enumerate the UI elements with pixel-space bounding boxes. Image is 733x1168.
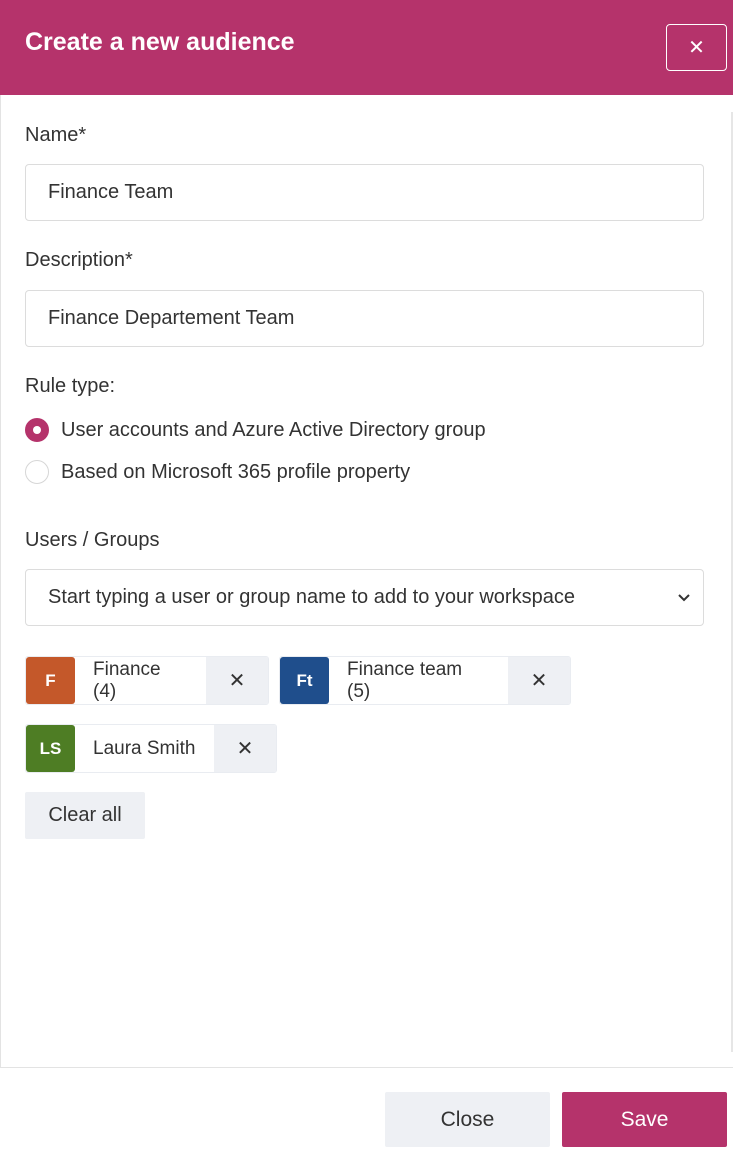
dialog-header: Create a new audience ✕ xyxy=(0,0,733,95)
selected-chip-finance-team: Ft Finance team (5) ✕ xyxy=(279,656,571,705)
users-groups-picker[interactable]: Start typing a user or group name to add… xyxy=(25,569,704,626)
name-label: Name* xyxy=(25,124,87,146)
radio-checked-icon[interactable] xyxy=(25,418,49,442)
radio-unchecked-icon[interactable] xyxy=(25,460,49,484)
rule-option-profile-property[interactable]: Based on Microsoft 365 profile property xyxy=(25,460,410,484)
dialog-title: Create a new audience xyxy=(25,28,295,56)
close-icon: ✕ xyxy=(688,37,705,59)
close-button[interactable]: Close xyxy=(385,1092,550,1147)
selected-chip-finance: F Finance (4) ✕ xyxy=(25,656,269,705)
description-input[interactable]: Finance Departement Team xyxy=(25,290,704,347)
chip-label: Finance (4) xyxy=(93,658,161,702)
remove-chip-button[interactable]: ✕ xyxy=(214,725,276,772)
remove-chip-button[interactable]: ✕ xyxy=(206,657,268,704)
close-icon: ✕ xyxy=(236,738,254,760)
avatar: Ft xyxy=(280,657,329,704)
selected-chip-laura-smith: LS Laura Smith ✕ xyxy=(25,724,277,773)
rule-option-label: Based on Microsoft 365 profile property xyxy=(61,460,411,483)
rule-option-label: User accounts and Azure Active Directory… xyxy=(61,418,486,441)
avatar: F xyxy=(26,657,75,704)
description-input-value: Finance Departement Team xyxy=(48,307,295,329)
users-groups-placeholder: Start typing a user or group name to add… xyxy=(48,586,575,608)
chip-label: Laura Smith xyxy=(93,737,196,759)
rule-option-user-accounts[interactable]: User accounts and Azure Active Directory… xyxy=(25,418,486,442)
name-input-value: Finance Team xyxy=(48,181,174,203)
save-button[interactable]: Save xyxy=(562,1092,727,1147)
chevron-down-icon[interactable] xyxy=(675,589,693,607)
description-label: Description* xyxy=(25,249,133,271)
users-groups-label: Users / Groups xyxy=(25,529,160,551)
close-icon: ✕ xyxy=(530,670,548,692)
name-input[interactable]: Finance Team xyxy=(25,164,704,221)
remove-chip-button[interactable]: ✕ xyxy=(508,657,570,704)
rule-type-label: Rule type: xyxy=(25,375,116,397)
avatar: LS xyxy=(26,725,75,772)
clear-all-button[interactable]: Clear all xyxy=(25,792,145,839)
chip-label: Finance team (5) xyxy=(347,658,463,702)
close-dialog-button[interactable]: ✕ xyxy=(666,24,727,71)
close-icon: ✕ xyxy=(228,670,246,692)
